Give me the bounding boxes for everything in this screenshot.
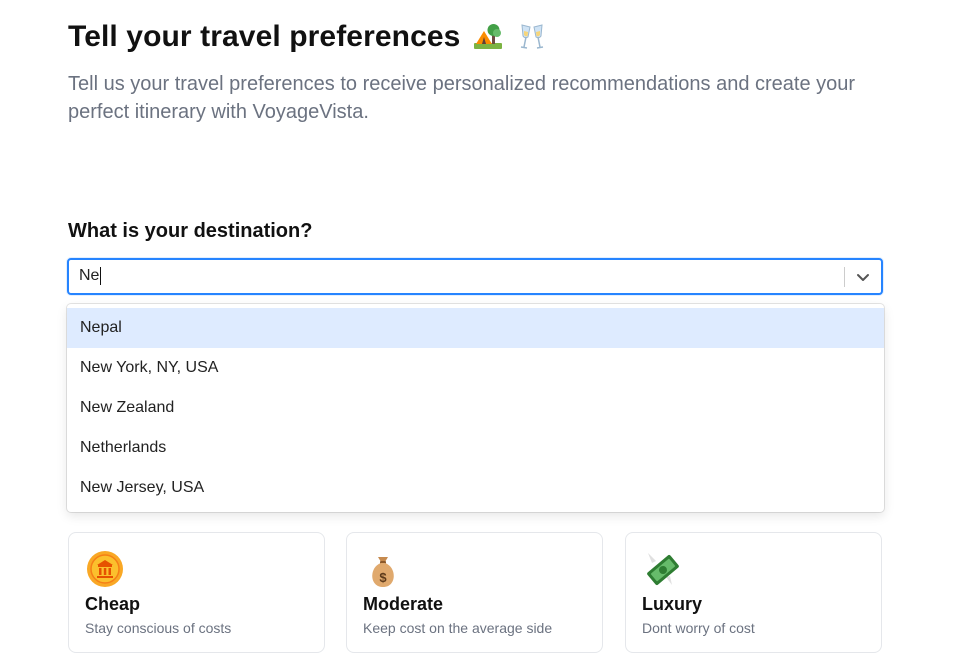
destination-select[interactable]: Ne (67, 258, 883, 295)
indicator-separator (844, 267, 845, 287)
destination-option[interactable]: Nepal (67, 308, 884, 348)
budget-name: Moderate (363, 594, 444, 614)
budget-desc: Stay conscious of costs (85, 620, 232, 636)
destination-dropdown-menu: Nepal New York, NY, USA New Zealand Neth… (67, 304, 884, 512)
destination-option[interactable]: Netherlands (67, 428, 884, 468)
clinking-glasses-icon (521, 24, 544, 49)
destination-option[interactable]: New Jersey, USA (67, 468, 884, 508)
page-subtitle: Tell us your travel preferences to recei… (68, 73, 856, 123)
camping-icon (474, 24, 503, 49)
budget-name: Cheap (85, 594, 141, 614)
destination-question: What is your destination? (68, 220, 313, 242)
coin-icon (87, 551, 123, 587)
page-title-text: Tell your travel preferences (68, 20, 461, 53)
destination-option[interactable]: New York, NY, USA (67, 348, 884, 388)
budget-desc: Dont worry of cost (642, 620, 755, 636)
money-bag-icon: $ (372, 557, 394, 587)
budget-desc: Keep cost on the average side (363, 620, 553, 636)
destination-input-value: Ne (79, 267, 100, 284)
page-title: Tell your travel preferences (68, 20, 548, 54)
text-cursor (100, 267, 102, 285)
destination-option[interactable]: New Zealand (67, 388, 884, 428)
destination-input[interactable]: Ne (79, 267, 102, 285)
svg-text:$: $ (379, 570, 387, 585)
chevron-down-icon[interactable] (855, 269, 871, 285)
budget-name: Luxury (642, 594, 703, 614)
budget-card-luxury[interactable]: Luxury Dont worry of cost (625, 532, 882, 653)
budget-card-cheap[interactable]: Cheap Stay conscious of costs (68, 532, 325, 653)
flying-money-icon (647, 553, 679, 585)
budget-card-moderate[interactable]: $ Moderate Keep cost on the average side (346, 532, 603, 653)
